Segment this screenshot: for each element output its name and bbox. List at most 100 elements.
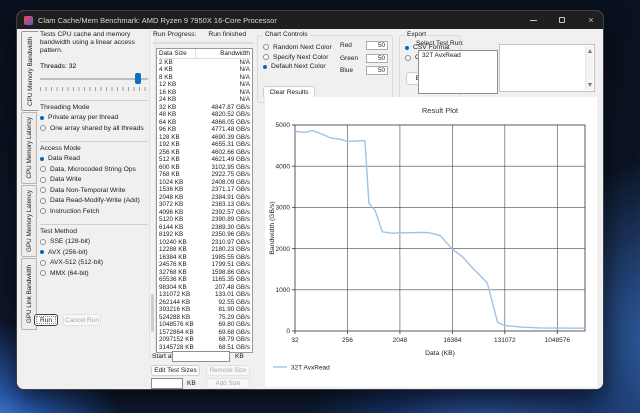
table-row[interactable]: 64 KB4866.05 GB/s [157, 119, 252, 127]
tab-cpu-memory-latency[interactable]: CPU Memory Latency [21, 112, 37, 184]
table-row[interactable]: 96 KB4771.48 GB/s [157, 126, 252, 134]
table-row[interactable]: 1536 KB2371.17 GB/s [157, 186, 252, 194]
red-value-field[interactable]: 50 [366, 41, 388, 50]
cancel-run-button[interactable]: Cancel Run [63, 314, 101, 326]
titlebar[interactable]: Clam Cache/Mem Benchmark: AMD Ryzen 9 79… [17, 11, 603, 29]
remove-size-button[interactable]: Remove Size [206, 365, 250, 376]
add-size-input[interactable] [151, 378, 183, 389]
radio-icon [40, 198, 46, 204]
table-row[interactable]: 1048576 KB69.80 GB/s [157, 321, 252, 329]
radio-data-non-temporal-write[interactable]: Data Non-Temporal Write [40, 187, 148, 194]
radio-data-microcoded-string-ops[interactable]: Data, Microcoded String Ops [40, 166, 148, 173]
radio-default-next-color[interactable]: Default Next Color [263, 63, 332, 70]
table-row[interactable]: 5120 KB2390.89 GB/s [157, 216, 252, 224]
radio-private-array-per-thread[interactable]: Private array per thread [40, 114, 148, 121]
blue-value-field[interactable]: 50 [366, 66, 388, 75]
slider-thumb[interactable] [135, 73, 141, 84]
radio-instruction-fetch[interactable]: Instruction Fetch [40, 208, 148, 215]
table-row[interactable]: 512 KB4621.49 GB/s [157, 156, 252, 164]
table-row[interactable]: 4 KBN/A [157, 66, 252, 74]
table-row[interactable]: 6144 KB2389.30 GB/s [157, 224, 252, 232]
radio-data-read[interactable]: Data Read [40, 155, 148, 162]
run-button[interactable]: Run [34, 314, 58, 326]
minimize-button[interactable] [521, 11, 545, 29]
radio-label: AVX (256-bit) [48, 249, 88, 256]
green-value-field[interactable]: 50 [366, 54, 388, 63]
radio-avx-512-512-bit[interactable]: AVX-512 (512-bit) [40, 259, 148, 266]
radio-one-array-shared-by-all-threads[interactable]: One array shared by all threads [40, 125, 148, 132]
export-group-title: Export [405, 31, 428, 38]
table-row[interactable]: 16384 KB1985.55 GB/s [157, 254, 252, 262]
radio-icon [263, 44, 269, 50]
table-row[interactable]: 2097152 KB68.79 GB/s [157, 336, 252, 344]
cell-bandwidth: 69.80 GB/s [196, 321, 252, 329]
table-row[interactable]: 262144 KB92.55 GB/s [157, 299, 252, 307]
scroll-down-icon[interactable] [588, 83, 592, 87]
table-row[interactable]: 1024 KB2408.09 GB/s [157, 179, 252, 187]
table-row[interactable]: 2048 KB2384.91 GB/s [157, 194, 252, 202]
run-progress-row: Run Progress: Run finished [153, 31, 246, 38]
edit-test-sizes-button[interactable]: Edit Test Sizes [151, 365, 200, 376]
radio-mmx-64-bit[interactable]: MMX (64-bit) [40, 270, 148, 277]
table-row[interactable]: 3145728 KB68.51 GB/s [157, 344, 252, 352]
table-row[interactable]: 600 KB3102.95 GB/s [157, 164, 252, 172]
close-button[interactable]: × [579, 11, 603, 29]
radio-random-next-color[interactable]: Random Next Color [263, 44, 332, 51]
cell-bandwidth: N/A [196, 66, 252, 74]
table-row[interactable]: 16 KBN/A [157, 89, 252, 97]
radio-data-write[interactable]: Data Write [40, 176, 148, 183]
table-row[interactable]: 12288 KB2180.23 GB/s [157, 246, 252, 254]
textbox-scrollbar[interactable] [585, 46, 593, 90]
table-row[interactable]: 8 KBN/A [157, 74, 252, 82]
table-row[interactable]: 24 KBN/A [157, 96, 252, 104]
table-row[interactable]: 131072 KB133.01 GB/s [157, 291, 252, 299]
cell-bandwidth: 2310.97 GB/s [196, 239, 252, 247]
table-row[interactable]: 524288 KB75.29 GB/s [157, 314, 252, 322]
radio-sse-128-bit[interactable]: SSE (128-bit) [40, 238, 148, 245]
cell-data-size: 48 KB [157, 111, 196, 119]
table-row[interactable]: 192 KB4655.31 GB/s [157, 141, 252, 149]
table-row[interactable]: 98304 KB207.48 GB/s [157, 284, 252, 292]
table-row[interactable]: 3072 KB2383.13 GB/s [157, 201, 252, 209]
app-window: Clam Cache/Mem Benchmark: AMD Ryzen 9 79… [16, 10, 604, 390]
table-row[interactable]: 8192 KB2350.96 GB/s [157, 231, 252, 239]
table-row[interactable]: 393216 KB81.90 GB/s [157, 306, 252, 314]
table-row[interactable]: 32 KB4847.87 GB/s [157, 104, 252, 112]
results-table[interactable]: Data Size Bandwidth 2 KBN/A4 KBN/A8 KBN/… [156, 48, 253, 353]
cell-data-size: 98304 KB [157, 284, 196, 292]
radio-avx-256-bit[interactable]: AVX (256-bit) [40, 249, 148, 256]
table-row[interactable]: 1572864 KB69.68 GB/s [157, 329, 252, 337]
table-row[interactable]: 2 KBN/A [157, 59, 252, 67]
test-run-item[interactable]: 32T AvxRead [419, 51, 497, 60]
table-row[interactable]: 65536 KB1165.35 GB/s [157, 276, 252, 284]
scroll-up-icon[interactable] [588, 49, 592, 53]
radio-label: Data, Microcoded String Ops [50, 166, 136, 173]
tab-gpu-memory-latency[interactable]: GPU Memory Latency [21, 185, 37, 257]
column-header-bandwidth[interactable]: Bandwidth [196, 49, 252, 58]
panel-scrollbar[interactable] [149, 31, 156, 357]
table-row[interactable]: 12 KBN/A [157, 81, 252, 89]
add-size-button[interactable]: Add Size [206, 378, 250, 389]
radio-data-read-modify-write-add[interactable]: Data Read-Modify-Write (Add) [40, 197, 148, 204]
run-details-textbox[interactable] [499, 44, 595, 92]
test-config-panel: Tests CPU cache and memory bandwidth usi… [40, 31, 148, 280]
maximize-button[interactable] [550, 11, 574, 29]
scrollbar-thumb[interactable] [151, 294, 154, 332]
cell-bandwidth: 69.68 GB/s [196, 329, 252, 337]
group-test-method: Test MethodSSE (128-bit)AVX (256-bit)AVX… [40, 224, 148, 277]
cell-bandwidth: 75.29 GB/s [196, 314, 252, 322]
radio-specify-next-color[interactable]: Specify Next Color [263, 54, 332, 61]
threads-slider[interactable] [40, 73, 148, 86]
test-run-listbox[interactable]: 32T AvxRead [418, 50, 498, 94]
table-row[interactable]: 768 KB2922.75 GB/s [157, 171, 252, 179]
table-row[interactable]: 48 KB4820.52 GB/s [157, 111, 252, 119]
table-row[interactable]: 4096 KB2392.57 GB/s [157, 209, 252, 217]
start-at-input[interactable] [172, 351, 230, 362]
table-row[interactable]: 10240 KB2310.97 GB/s [157, 239, 252, 247]
table-row[interactable]: 32768 KB1598.86 GB/s [157, 269, 252, 277]
tab-cpu-memory-bandwidth[interactable]: CPU Memory Bandwidth [21, 31, 39, 111]
table-row[interactable]: 24576 KB1799.51 GB/s [157, 261, 252, 269]
column-header-data-size[interactable]: Data Size [157, 49, 196, 58]
table-row[interactable]: 256 KB4602.66 GB/s [157, 149, 252, 157]
table-row[interactable]: 128 KB4690.39 GB/s [157, 134, 252, 142]
